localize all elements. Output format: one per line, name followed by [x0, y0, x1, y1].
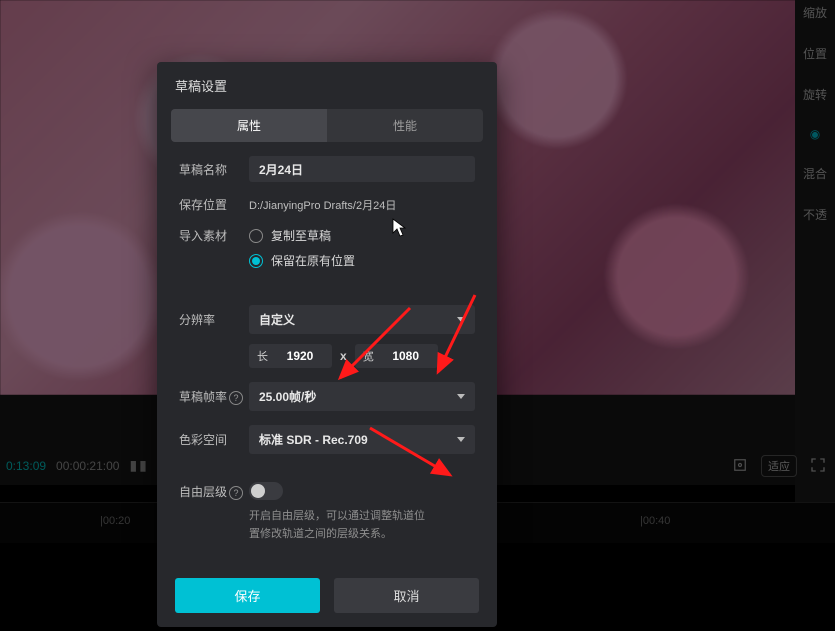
dialog-tabs: 属性 性能: [171, 109, 483, 142]
free-layer-toggle[interactable]: [249, 482, 283, 500]
import-label: 导入素材: [179, 227, 249, 244]
import-option-keep[interactable]: 保留在原有位置: [249, 252, 355, 269]
fps-select[interactable]: 25.00帧/秒: [249, 382, 475, 411]
resolution-value: 自定义: [259, 311, 295, 328]
help-icon[interactable]: ?: [229, 486, 243, 500]
toggle-knob: [251, 484, 265, 498]
cancel-button[interactable]: 取消: [334, 578, 479, 613]
import-option-copy[interactable]: 复制至草稿: [249, 227, 355, 244]
colorspace-select[interactable]: 标准 SDR - Rec.709: [249, 425, 475, 454]
chevron-down-icon: [457, 437, 465, 442]
width-box[interactable]: 长: [249, 344, 332, 368]
help-icon[interactable]: ?: [229, 391, 243, 405]
tab-performance[interactable]: 性能: [327, 109, 483, 142]
save-path-value: D:/JianyingPro Drafts/2月24日: [249, 197, 396, 213]
colorspace-label: 色彩空间: [179, 431, 249, 448]
free-layer-label: 自由层级?: [179, 483, 249, 500]
width-input[interactable]: [276, 348, 324, 364]
resolution-label: 分辨率: [179, 311, 249, 328]
height-box[interactable]: 宽: [355, 344, 438, 368]
colorspace-value: 标准 SDR - Rec.709: [259, 431, 368, 448]
dimension-x: x: [340, 349, 347, 363]
dialog-title: 草稿设置: [157, 62, 497, 105]
width-label: 长: [257, 348, 268, 364]
free-layer-description: 开启自由层级，可以通过调整轨道位 置修改轨道之间的层级关系。: [249, 508, 475, 543]
save-button[interactable]: 保存: [175, 578, 320, 613]
save-path-label: 保存位置: [179, 196, 249, 213]
chevron-down-icon: [457, 394, 465, 399]
radio-on-icon: [249, 254, 263, 268]
tab-properties[interactable]: 属性: [171, 109, 327, 142]
height-label: 宽: [363, 348, 374, 364]
chevron-down-icon: [457, 317, 465, 322]
radio-off-icon: [249, 229, 263, 243]
fps-value: 25.00帧/秒: [259, 388, 316, 405]
import-copy-text: 复制至草稿: [271, 227, 331, 244]
import-keep-text: 保留在原有位置: [271, 252, 355, 269]
fps-label: 草稿帧率?: [179, 388, 249, 405]
draft-name-input[interactable]: [249, 156, 475, 182]
height-input[interactable]: [382, 348, 430, 364]
draft-settings-dialog: 草稿设置 属性 性能 草稿名称 保存位置 D:/JianyingPro Draf…: [157, 62, 497, 627]
draft-name-label: 草稿名称: [179, 161, 249, 178]
resolution-select[interactable]: 自定义: [249, 305, 475, 334]
